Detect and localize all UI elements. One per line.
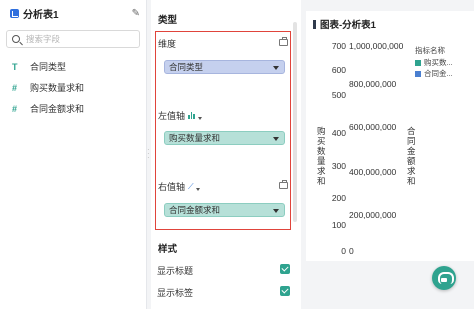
left-axis-tick: 400 [331, 128, 346, 138]
chevron-down-icon[interactable] [273, 66, 279, 70]
show-label-label: 显示标签 [157, 288, 194, 298]
left-axis-tick: 600 [331, 65, 346, 75]
bag-icon[interactable] [279, 180, 288, 189]
right-axis-field-pill[interactable]: 合同金额求和 [164, 203, 285, 217]
legend-item[interactable]: 购买数... [415, 57, 453, 68]
field-label: 合同金额求和 [30, 104, 85, 114]
style-section-title: 样式 [158, 244, 178, 255]
field-item[interactable]: # 合同金额求和 [0, 98, 146, 119]
field-label: 合同类型 [30, 62, 67, 72]
left-axis-label: 左值轴 [158, 111, 186, 121]
number-type-icon: # [12, 82, 18, 93]
right-axis-label: 右值轴 [158, 182, 186, 192]
right-axis-title: 合同金额求和 [407, 126, 416, 186]
chevron-down-icon[interactable] [197, 117, 202, 120]
legend-swatch [415, 70, 421, 77]
left-axis-tick: 700 [331, 41, 346, 51]
chevron-down-icon[interactable] [195, 188, 200, 191]
legend-label: 购买数... [424, 58, 453, 67]
title-accent [313, 19, 316, 29]
search-icon [12, 35, 20, 43]
left-axis-tick: 500 [331, 90, 346, 100]
right-axis-tick: 800,000,000 [349, 79, 397, 89]
right-axis-tick: 400,000,000 [349, 167, 397, 177]
edit-icon[interactable]: ✎ [132, 8, 140, 19]
field-panel: 分析表1 ✎ T 合同类型 # 购买数量求和 # 合同金额求和 [0, 0, 147, 309]
search-input[interactable] [26, 34, 136, 44]
legend-label: 合同金... [424, 69, 453, 78]
config-scrollbar[interactable] [293, 22, 297, 222]
right-axis-tick: 600,000,000 [349, 122, 397, 132]
line-chart-icon[interactable]: ⟋ [188, 182, 194, 192]
customer-service-button[interactable] [432, 266, 456, 290]
dimension-field-pill[interactable]: 合同类型 [164, 60, 285, 74]
type-section-title: 类型 [158, 15, 178, 26]
number-type-icon: # [12, 103, 18, 114]
left-axis-tick: 100 [331, 220, 346, 230]
right-axis-tick: 200,000,000 [349, 210, 397, 220]
right-axis-tick: 0 [349, 246, 354, 256]
chevron-down-icon[interactable] [273, 137, 279, 141]
bag-icon[interactable] [279, 37, 288, 46]
show-label-checkbox[interactable] [280, 286, 290, 296]
dataset-header: 分析表1 ✎ [0, 0, 146, 26]
left-axis-tick: 200 [331, 193, 346, 203]
right-axis-field-value: 合同金额求和 [169, 205, 221, 215]
chart-title: 图表-分析表1 [313, 17, 376, 31]
right-axis-row: 右值轴 ⟋ [158, 180, 200, 193]
dimension-field-value: 合同类型 [169, 62, 204, 72]
dataset-icon [10, 8, 19, 18]
bar-chart-icon[interactable] [188, 112, 196, 119]
legend-item[interactable]: 合同金... [415, 68, 453, 79]
right-axis-tick: 1,000,000,000 [349, 41, 404, 51]
left-axis-row: 左值轴 [158, 109, 202, 122]
left-axis-title: 购买数量求和 [317, 126, 326, 186]
chevron-down-icon[interactable] [273, 209, 279, 213]
left-axis-tick: 0 [341, 246, 346, 256]
show-title-label: 显示标题 [157, 266, 194, 276]
field-item[interactable]: T 合同类型 [0, 56, 146, 77]
dimension-label: 维度 [158, 39, 177, 49]
field-item[interactable]: # 购买数量求和 [0, 77, 146, 98]
legend-title: 指标名称 [415, 46, 445, 55]
field-label: 购买数量求和 [30, 83, 85, 93]
text-type-icon: T [12, 61, 18, 72]
legend-swatch [415, 59, 421, 66]
chart-title-text: 图表-分析表1 [320, 20, 376, 31]
left-axis-field-pill[interactable]: 购买数量求和 [164, 131, 285, 145]
field-search[interactable] [6, 30, 140, 48]
left-axis-field-value: 购买数量求和 [169, 133, 221, 143]
show-title-checkbox[interactable] [280, 264, 290, 274]
dataset-title: 分析表1 [23, 9, 59, 21]
left-axis-tick: 300 [331, 161, 346, 171]
